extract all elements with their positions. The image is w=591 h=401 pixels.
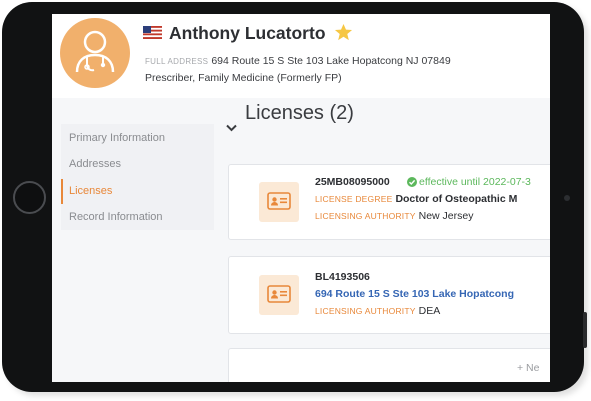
license-number: BL4193506 <box>315 271 370 283</box>
licensing-authority-row: LICENSING AUTHORITY New Jersey <box>315 210 473 222</box>
licensing-authority-row: LICENSING AUTHORITY DEA <box>315 305 440 317</box>
license-degree-row: LICENSE DEGREE Doctor of Osteopathic M <box>315 193 517 205</box>
license-number: 25MB08095000 <box>315 176 390 188</box>
screen: Anthony Lucatorto FULL ADDRESS 694 Route … <box>52 14 550 382</box>
sidebar-item-addresses[interactable]: Addresses <box>61 152 214 177</box>
licensing-authority-value: New Jersey <box>418 210 474 222</box>
licensing-authority-label: LICENSING AUTHORITY <box>315 306 416 316</box>
licensing-authority-label: LICENSING AUTHORITY <box>315 211 416 221</box>
licenses-heading: Licenses (2) <box>245 102 354 124</box>
avatar <box>60 18 130 88</box>
id-card-icon <box>267 192 291 210</box>
provider-role: Prescriber, Family Medicine (Formerly FP… <box>145 72 342 84</box>
address-value: 694 Route 15 S Ste 103 Lake Hopatcong NJ… <box>211 55 451 67</box>
doctor-icon <box>75 30 115 73</box>
star-icon[interactable] <box>334 23 353 42</box>
license-degree-value: Doctor of Osteopathic M <box>395 193 518 205</box>
license-card[interactable]: 25MB08095000 effective until 2022-07-3 L… <box>228 164 550 240</box>
license-degree-label: LICENSE DEGREE <box>315 194 393 204</box>
address-label: FULL ADDRESS <box>145 57 209 66</box>
license-address-row: 694 Route 15 S Ste 103 Lake Hopatcong <box>315 288 514 300</box>
license-effective-status: effective until 2022-07-3 <box>419 176 531 188</box>
us-flag-icon <box>143 26 162 39</box>
home-button <box>13 181 46 214</box>
check-circle-icon <box>407 177 417 187</box>
license-card[interactable]: BL4193506 694 Route 15 S Ste 103 Lake Ho… <box>228 256 550 334</box>
license-icon-box <box>259 275 299 315</box>
license-address-link[interactable]: 694 Route 15 S Ste 103 Lake Hopatcong <box>315 288 514 300</box>
licensing-authority-value: DEA <box>418 305 441 317</box>
sidebar-item-primary-information[interactable]: Primary Information <box>61 126 214 151</box>
new-license-button[interactable]: + Ne <box>228 348 550 382</box>
license-icon-box <box>259 182 299 222</box>
provider-name: Anthony Lucatorto <box>169 23 326 43</box>
content-area: Primary Information Addresses Licenses R… <box>52 98 550 382</box>
full-address: FULL ADDRESS 694 Route 15 S Ste 103 Lake … <box>145 55 451 67</box>
chevron-down-icon[interactable] <box>226 124 237 132</box>
id-card-icon <box>267 285 291 303</box>
sidebar-item-record-information[interactable]: Record Information <box>61 205 214 230</box>
camera-dot <box>564 195 570 201</box>
new-license-label: + Ne <box>517 362 540 374</box>
side-button <box>583 312 587 348</box>
sidebar-item-licenses[interactable]: Licenses <box>61 179 214 204</box>
sidebar: Primary Information Addresses Licenses R… <box>61 124 214 230</box>
